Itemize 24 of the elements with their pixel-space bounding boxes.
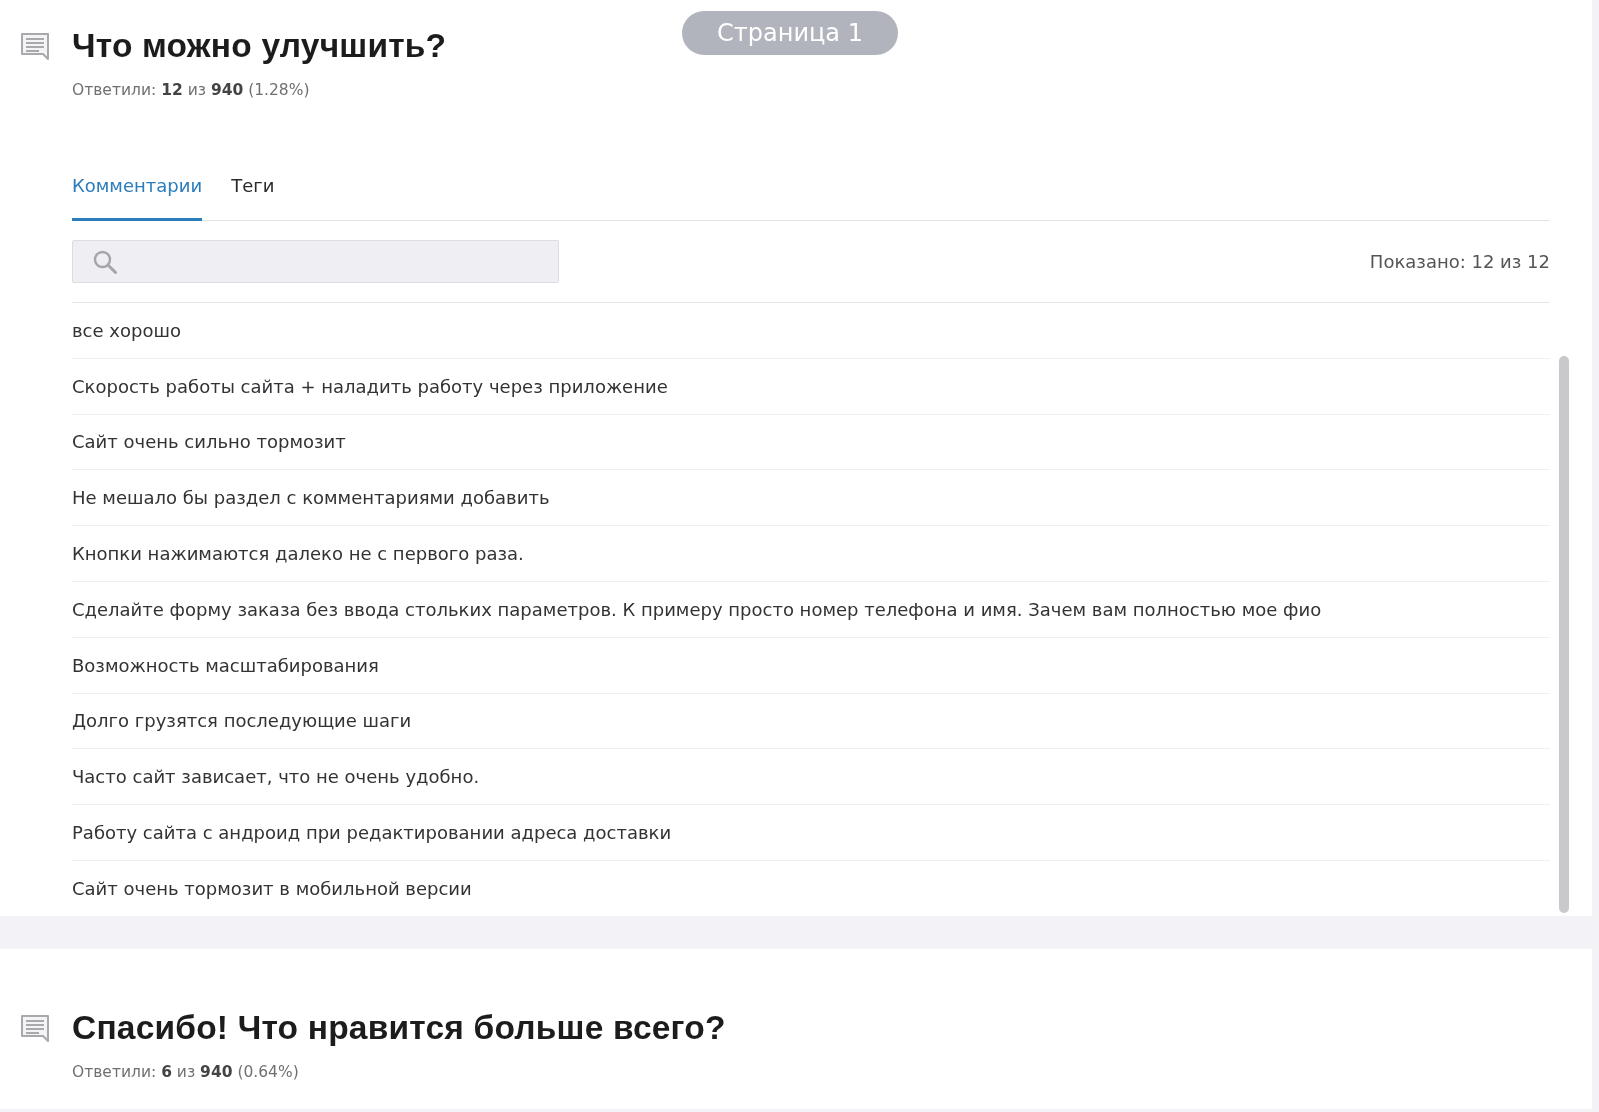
shown-count: Показано: 12 из 12 [1369,250,1550,274]
question-title: Что можно улучшить? [72,26,447,66]
page-badge: Страница 1 [682,11,898,55]
comment-text: Долго грузятся последующие шаги [72,709,412,734]
comment-icon [21,33,49,60]
response-count: Ответили: 12 из 940 (1.28%) [72,80,310,101]
scrollbar[interactable] [1559,356,1569,913]
comment-text: Часто сайт зависает, что не очень удобно. [72,765,480,790]
comment-text: все хорошо [72,318,181,343]
comment-text: Работу сайта с андроид при редактировании адреса доставки [72,821,672,846]
comment-icon [21,1014,49,1042]
comment-text: Не мешало бы раздел с комментариями добавить [72,486,550,511]
question-title: Спасибо! Что нравится больше всего? [72,1007,726,1048]
response-count: Ответили: 6 из 940 (0.64%) [72,1061,299,1083]
comment-text: Возможность масштабирования [72,653,379,678]
comment-text: Сайт очень сильно тормозит [72,430,346,455]
tab[interactable]: Теги [231,174,275,221]
comment-text: Сделайте форму заказа без ввода стольких параметров. К примеру просто номер телефона и имя. Зачем вам полностью мое фио [72,597,1322,622]
comment-text: Кнопки нажимаются далеко не с первого раза. [72,542,524,567]
tab[interactable]: Комментарии [72,174,203,221]
search-icon [93,249,117,274]
comment-text: Сайт очень тормозит в мобильной версии [72,876,472,901]
search-field[interactable] [72,240,559,283]
comment-text: Скорость работы сайта + наладить работу через приложение [72,374,668,399]
